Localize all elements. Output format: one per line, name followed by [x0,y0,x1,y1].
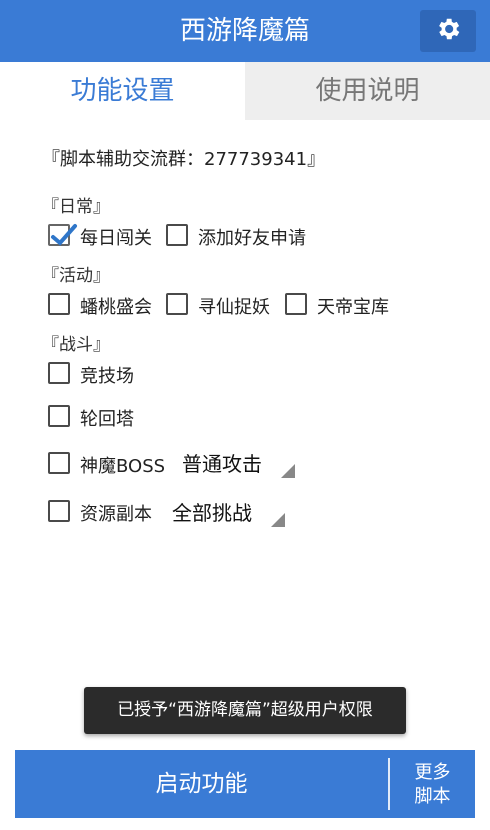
samsara-tower-checkbox[interactable] [48,405,70,427]
boss-attack-value: 普通攻击 [182,452,262,476]
arena-checkbox[interactable] [48,362,70,384]
heaven-treasury-checkbox[interactable] [285,293,307,315]
daily-challenge-checkbox[interactable] [48,224,77,246]
dropdown-corner-icon [271,513,285,527]
heaven-treasury-label: 天帝宝库 [317,297,389,318]
demon-boss-label: 神魔BOSS [80,456,166,477]
app-title: 西游降魔篇 [179,16,310,46]
more-scripts-line1: 更多 [414,762,451,783]
peach-feast-label: 蟠桃盛会 [80,297,152,318]
permission-toast: 已授予“西游降魔篇”超级用户权限 [84,687,406,734]
peach-feast-checkbox[interactable] [48,293,70,315]
add-friend-label: 添加好友申请 [198,228,306,249]
demon-boss-checkbox[interactable] [48,452,70,474]
add-friend-checkbox[interactable] [166,224,188,246]
checkmark-icon [51,224,77,246]
section-events-label: 『活动』 [42,266,110,286]
settings-button[interactable] [420,10,476,52]
gear-icon [434,15,462,47]
start-function-button[interactable]: 启动功能 [15,750,388,818]
more-scripts-line2: 脚本 [414,786,451,807]
section-battle-label: 『战斗』 [42,335,110,355]
group-info-text: 『脚本辅助交流群：277739341』 [42,149,326,170]
dungeon-challenge-select[interactable]: 全部挑战 [160,495,285,531]
dropdown-corner-icon [281,464,295,478]
tab-instructions[interactable]: 使用说明 [245,62,490,120]
more-scripts-button[interactable]: 更多 脚本 [390,750,475,818]
daily-challenge-label: 每日闯关 [80,228,152,249]
seek-immortal-label: 寻仙捉妖 [198,297,270,318]
arena-label: 竞技场 [80,366,134,387]
tab-function-settings[interactable]: 功能设置 [0,62,245,120]
section-daily-label: 『日常』 [42,197,110,217]
tab-bar: 功能设置 使用说明 [0,62,490,120]
dungeon-challenge-value: 全部挑战 [172,501,252,525]
boss-attack-select[interactable]: 普通攻击 [170,446,295,482]
bottom-action-bar: 启动功能 更多 脚本 [15,750,475,818]
resource-dungeon-checkbox[interactable] [48,500,70,522]
title-bar: 西游降魔篇 [0,0,490,62]
seek-immortal-checkbox[interactable] [166,293,188,315]
samsara-tower-label: 轮回塔 [80,409,134,430]
resource-dungeon-label: 资源副本 [80,504,152,525]
